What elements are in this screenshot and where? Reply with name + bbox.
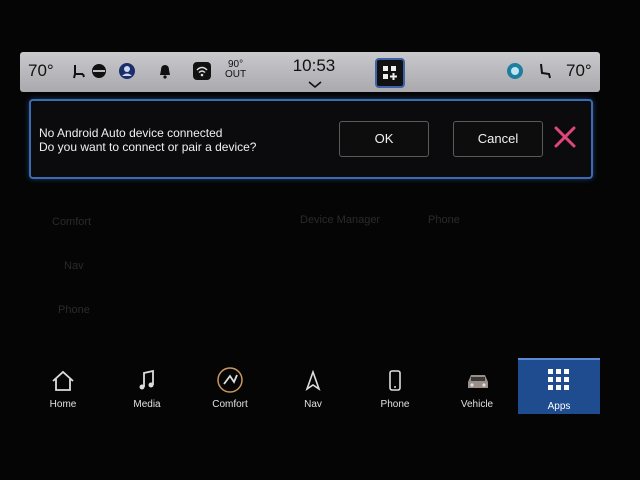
nav-vehicle-label: Vehicle [460, 399, 494, 410]
assistant-icon[interactable] [506, 62, 524, 85]
wifi-icon[interactable] [193, 62, 211, 85]
music-note-icon [139, 370, 154, 390]
close-icon[interactable] [553, 125, 577, 149]
android-auto-dialog: No Android Auto device connected Do you … [29, 99, 593, 179]
outside-temp-label: OUT [225, 69, 247, 80]
cancel-button[interactable]: Cancel [453, 121, 543, 157]
nav-comfort-label: Comfort [212, 399, 248, 410]
nav-comfort[interactable]: Comfort [190, 358, 270, 412]
nav-home-label: Home [49, 399, 77, 410]
chevron-down-icon[interactable] [308, 76, 322, 94]
ghost-item-phone-2: Phone [428, 214, 460, 226]
nav-phone[interactable]: Phone [355, 358, 435, 412]
dialog-line-2: Do you want to connect or pair a device? [39, 140, 257, 154]
nav-nav[interactable]: Nav [273, 358, 353, 412]
ghost-item-device-manager: Device Manager [300, 214, 381, 226]
home-icon [52, 370, 74, 391]
dialog-message: No Android Auto device connected Do you … [39, 126, 256, 154]
dialog-line-1: No Android Auto device connected [39, 126, 223, 140]
nav-apps-label: Apps [547, 401, 571, 412]
phone-icon [389, 370, 401, 391]
nav-home[interactable]: Home [23, 358, 103, 412]
heated-seat-icon[interactable] [70, 62, 88, 85]
driver-profile-icon[interactable] [118, 62, 136, 85]
car-icon [468, 375, 488, 388]
steering-heat-icon[interactable] [90, 62, 108, 85]
apps-grid-icon [383, 66, 397, 80]
nav-media-label: Media [133, 399, 161, 410]
ok-button[interactable]: OK [339, 121, 429, 157]
right-temperature[interactable]: 70° [566, 61, 592, 81]
clock[interactable]: 10:53 [290, 56, 338, 76]
ghost-item-phone: Phone [58, 304, 90, 316]
nav-nav-label: Nav [304, 399, 322, 410]
outside-temperature: 90° OUT [225, 60, 246, 80]
bell-icon[interactable] [156, 62, 174, 85]
navigation-arrow-icon [305, 370, 321, 391]
seat-icon[interactable] [536, 62, 554, 85]
background-menu: Comfort Nav Phone Device Manager Phone [0, 180, 640, 350]
ghost-item-comfort: Comfort [52, 216, 92, 228]
nav-media[interactable]: Media [107, 358, 187, 412]
nav-vehicle[interactable]: Vehicle [437, 358, 517, 412]
ghost-item-nav: Nav [64, 260, 84, 272]
apps-shortcut-button[interactable] [375, 58, 405, 88]
left-temperature[interactable]: 70° [28, 61, 54, 81]
status-bar: 70° 90° OUT 10:53 70° [20, 52, 600, 92]
nav-apps[interactable]: Apps [518, 358, 600, 414]
nav-phone-label: Phone [380, 399, 410, 410]
apps-grid-icon [548, 369, 569, 390]
comfort-icon [217, 367, 243, 393]
